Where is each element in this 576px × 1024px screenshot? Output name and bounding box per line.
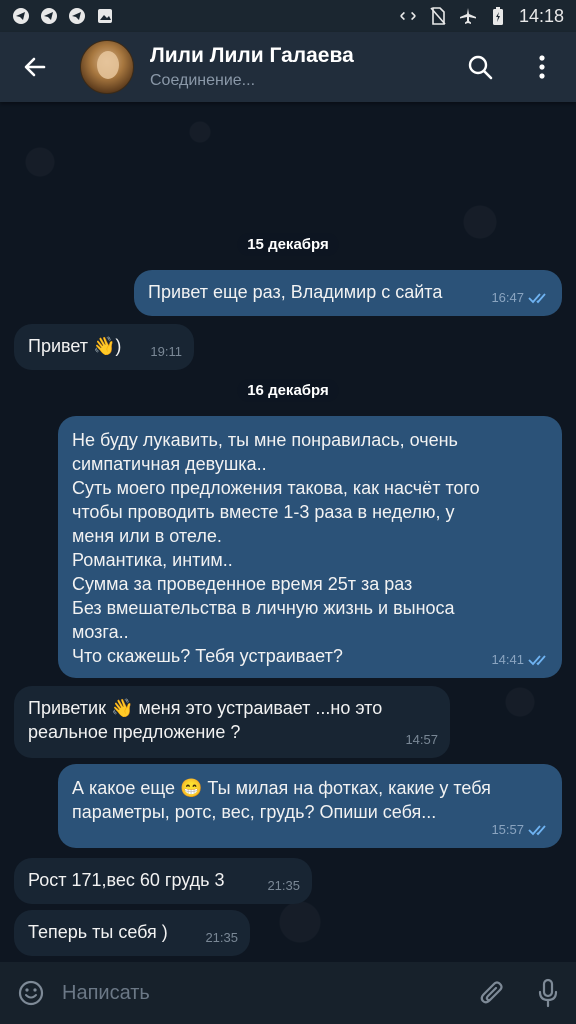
- double-check-icon: [528, 293, 546, 304]
- voice-button[interactable]: [520, 962, 576, 1024]
- attach-button[interactable]: [464, 962, 520, 1024]
- emoji-button[interactable]: [0, 962, 62, 1024]
- back-button[interactable]: [0, 32, 70, 102]
- message-meta: 14:41: [491, 648, 550, 672]
- message-text: Приветик 👋 меня это устраивает ...но это…: [28, 698, 383, 742]
- no-sim-icon: [429, 7, 447, 25]
- double-check-icon: [528, 655, 546, 666]
- arrow-left-icon: [24, 57, 46, 77]
- message-time: 21:35: [205, 930, 238, 945]
- message-meta: 15:57: [491, 818, 550, 842]
- message-meta: 19:11: [150, 340, 182, 364]
- clock: 14:18: [518, 5, 564, 26]
- more-vertical-icon: [539, 55, 545, 79]
- chat-header: Лили Лили Галаева Соединение...: [0, 32, 576, 102]
- message-bubble-outgoing[interactable]: Привет еще раз, Владимир с сайта 16:47: [134, 270, 562, 316]
- telegram-icon: [40, 7, 58, 25]
- message-text: А какое еще 😁 Ты милая на фотках, какие …: [72, 778, 491, 822]
- message-bubble-incoming[interactable]: Приветик 👋 меня это устраивает ...но это…: [14, 686, 450, 758]
- search-button[interactable]: [456, 43, 504, 91]
- message-input[interactable]: [62, 973, 464, 1013]
- chat-title-block[interactable]: Лили Лили Галаева Соединение...: [150, 44, 354, 90]
- menu-button[interactable]: [518, 43, 566, 91]
- chat-title: Лили Лили Галаева: [150, 44, 354, 67]
- status-bar: 14:18: [0, 0, 576, 32]
- message-time: 14:41: [491, 652, 524, 667]
- telegram-icon: [12, 7, 30, 25]
- connection-status: Соединение...: [150, 72, 256, 89]
- message-meta: 14:57: [405, 728, 438, 752]
- telegram-icon: [68, 7, 86, 25]
- date-label: 16 декабря: [237, 379, 339, 402]
- message-time: 19:11: [150, 344, 182, 359]
- date-separator: 16 декабря: [0, 379, 576, 402]
- message-bubble-outgoing[interactable]: А какое еще 😁 Ты милая на фотках, какие …: [58, 764, 562, 848]
- notification-icons: [12, 7, 114, 25]
- system-icons: 14:18: [399, 6, 564, 27]
- message-time: 21:35: [267, 878, 300, 893]
- message-list[interactable]: 15 декабря Привет еще раз, Владимир с са…: [0, 102, 576, 962]
- message-meta: 21:35: [267, 874, 300, 898]
- message-time: 14:57: [405, 732, 438, 747]
- microphone-icon: [538, 978, 558, 1008]
- header-actions: [456, 43, 566, 91]
- message-meta: 16:47: [491, 286, 550, 310]
- message-time: 15:57: [491, 822, 524, 837]
- avatar[interactable]: [80, 40, 134, 94]
- airplane-icon: [459, 7, 477, 25]
- message-bubble-incoming[interactable]: Рост 171,вес 60 грудь 3 21:35: [14, 858, 312, 904]
- image-icon: [96, 7, 114, 25]
- message-text: Не буду лукавить, ты мне понравилась, оч…: [72, 430, 480, 666]
- data-arrows-icon: [399, 7, 417, 25]
- double-check-icon: [528, 825, 546, 836]
- search-icon: [468, 55, 493, 80]
- message-bubble-outgoing[interactable]: Не буду лукавить, ты мне понравилась, оч…: [58, 416, 562, 678]
- message-composer: [0, 962, 576, 1024]
- date-separator: 15 декабря: [0, 233, 576, 256]
- smile-icon: [18, 980, 44, 1006]
- message-text: Рост 171,вес 60 грудь 3: [28, 870, 225, 890]
- battery-icon: [489, 7, 507, 25]
- message-bubble-incoming[interactable]: Привет 👋) 19:11: [14, 324, 194, 370]
- date-label: 15 декабря: [237, 233, 339, 256]
- message-meta: 21:35: [205, 926, 238, 950]
- message-bubble-incoming[interactable]: Теперь ты себя ) 21:35: [14, 910, 250, 956]
- message-text: Привет еще раз, Владимир с сайта: [148, 282, 443, 302]
- paperclip-icon: [480, 981, 503, 1004]
- message-time: 16:47: [491, 290, 524, 305]
